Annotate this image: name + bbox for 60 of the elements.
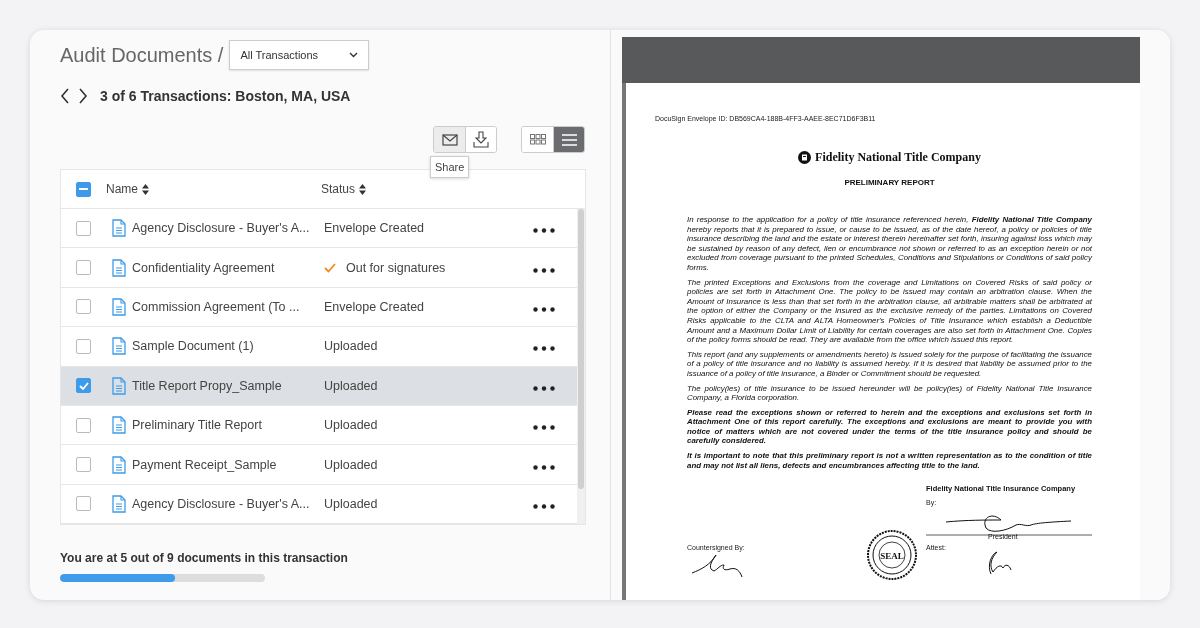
document-row[interactable]: Agency Disclosure - Buyer's A... Envelope Created: [61, 209, 577, 249]
transaction-label: 3 of 6 Transactions: Boston, MA, USA: [100, 88, 351, 104]
envelope-icon: [441, 133, 458, 146]
report-title: PRELIMINARY REPORT: [843, 178, 936, 187]
document-row[interactable]: Preliminary Title Report Uploaded: [61, 405, 577, 446]
row-checkbox[interactable]: [76, 417, 91, 433]
chevron-down-icon: [349, 52, 359, 58]
document-row[interactable]: Title Report Propy_Sample Uploaded: [61, 366, 577, 406]
progress-label: You are at 5 out of 9 documents in this transaction: [60, 551, 349, 565]
row-checkbox[interactable]: [76, 220, 91, 236]
row-checkbox[interactable]: [76, 378, 91, 394]
download-tray-icon: [473, 131, 489, 148]
document-name: Title Report Propy_Sample: [132, 378, 283, 393]
document-status: Envelope Created: [324, 221, 425, 236]
document-name: Payment Receipt_Sample: [132, 457, 278, 472]
document-row[interactable]: Commission Agreement (To ... Envelope Created: [61, 287, 577, 328]
document-row[interactable]: Payment Receipt_Sample Uploaded: [61, 445, 577, 485]
checkmark-icon: [78, 381, 89, 390]
document-name: Sample Document (1): [132, 339, 255, 354]
download-button[interactable]: [465, 127, 496, 152]
list-icon: [561, 133, 577, 146]
previous-icon[interactable]: [60, 88, 70, 104]
minus-icon: [79, 188, 88, 190]
company-name: Fidelity National Title Company: [815, 150, 981, 165]
document-row[interactable]: Confidentiality Agreement Out for signatures: [61, 248, 577, 288]
document-status: Uploaded: [324, 418, 378, 433]
document-status: Uploaded: [324, 496, 378, 511]
row-checkbox[interactable]: [76, 299, 91, 315]
document-name: Agency Disclosure - Buyer's A...: [132, 221, 311, 236]
sort-icon[interactable]: [142, 183, 149, 195]
transaction-dropdown[interactable]: All Transactions: [229, 40, 370, 70]
document-name: Agency Disclosure - Buyer's A...: [132, 496, 311, 511]
document-status: Uploaded: [324, 339, 378, 354]
scrollbar-thumb[interactable]: [578, 209, 584, 489]
document-name: Confidentiality Agreement: [132, 260, 276, 275]
row-checkbox[interactable]: [76, 338, 91, 354]
seal-stamp: SEAL: [866, 530, 917, 581]
document-name: Preliminary Title Report: [132, 418, 263, 433]
document-row[interactable]: Sample Document (1) Uploaded: [61, 327, 577, 367]
document-status: Envelope Created: [324, 299, 425, 314]
document-row[interactable]: Agency Disclosure - Buyer's A... Uploaded: [61, 484, 577, 524]
page-title: Audit Documents /: [60, 43, 224, 67]
document-status: Uploaded: [324, 457, 378, 472]
column-header[interactable]: Status: [321, 182, 356, 196]
row-checkbox[interactable]: [76, 496, 91, 512]
document-status: Uploaded: [324, 378, 378, 393]
sort-icon[interactable]: [359, 183, 367, 195]
signature-drawing: [986, 551, 1012, 576]
column-header[interactable]: Name: [106, 182, 138, 196]
select-all-checkbox[interactable]: [76, 181, 91, 197]
grid-icon: [529, 134, 546, 145]
company-logo-icon: [798, 151, 812, 164]
list-view-button[interactable]: [553, 127, 584, 152]
document-name: Commission Agreement (To ...: [132, 299, 301, 314]
share-button[interactable]: [434, 127, 465, 152]
row-checkbox[interactable]: [76, 457, 91, 473]
row-checkbox[interactable]: [76, 260, 91, 276]
document-status: Out for signatures: [346, 260, 446, 275]
next-icon[interactable]: [78, 88, 88, 104]
share-tooltip: Share: [430, 156, 470, 178]
